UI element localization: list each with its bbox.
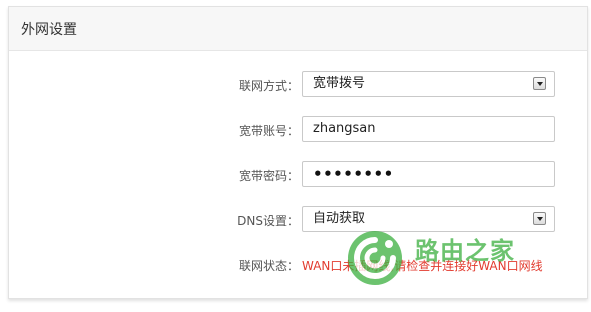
password-input[interactable]: •••••••• [302,161,555,187]
status-label: 联网状态： [238,259,299,273]
router-home-logo-icon [348,231,402,285]
password-value: •••••••• [313,165,394,183]
account-label: 宽带账号： [238,124,299,138]
connection-type-select[interactable]: 宽带拨号 [302,71,555,97]
password-label: 宽带密码： [238,169,299,183]
dns-value: 自动获取 [313,211,366,226]
account-value: zhangsan [313,121,376,136]
connection-type-value: 宽带拨号 [313,76,366,91]
connection-type-label: 联网方式： [238,79,299,93]
panel-header: 外网设置 [9,7,587,51]
panel-title: 外网设置 [21,22,77,38]
dns-select[interactable]: 自动获取 [302,206,555,232]
watermark-text: 路由之家 [415,237,515,265]
chevron-down-icon[interactable] [533,212,546,225]
chevron-down-icon[interactable] [533,77,546,90]
dns-label: DNS设置： [237,214,299,228]
account-input[interactable]: zhangsan [302,116,555,142]
